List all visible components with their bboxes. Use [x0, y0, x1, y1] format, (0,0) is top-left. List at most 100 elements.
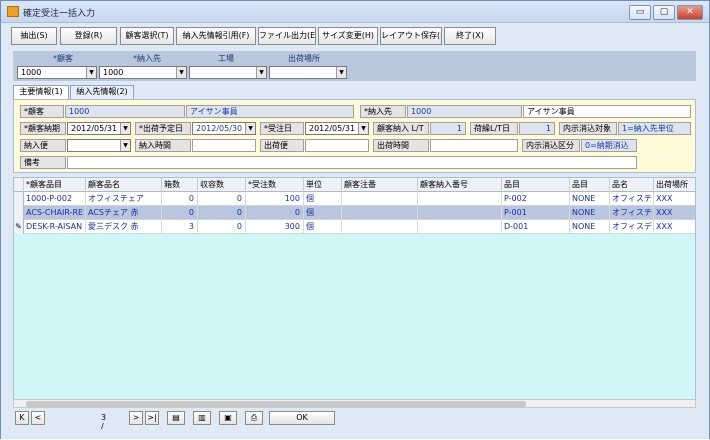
- first-page-button[interactable]: K: [15, 411, 29, 425]
- cell-customer-order-no[interactable]: [342, 192, 418, 206]
- cell-customer-delivery-no[interactable]: [418, 192, 502, 206]
- quote-destination-button[interactable]: 納入先情報引用(F): [176, 27, 256, 45]
- save-layout-button[interactable]: レイアウト保存(L): [380, 27, 442, 45]
- col-item-name[interactable]: 品名: [610, 178, 654, 192]
- cell-item[interactable]: D-001: [502, 220, 570, 234]
- cell-unit[interactable]: 個: [304, 192, 342, 206]
- last-page-button[interactable]: >|: [145, 411, 159, 425]
- cell-item[interactable]: P-001: [502, 206, 570, 220]
- chevron-down-icon[interactable]: ▼: [176, 67, 186, 78]
- table-row[interactable]: ACS-CHAIR-REACSチェア 赤000個P-001NONEオフィスチェX…: [14, 206, 695, 220]
- cell-capacity[interactable]: 0: [198, 206, 246, 220]
- remarks-input[interactable]: [67, 156, 637, 169]
- ship-mode-input[interactable]: [305, 139, 369, 152]
- add-row-icon[interactable]: ▤: [167, 411, 185, 425]
- cell-customer-order-no[interactable]: [342, 220, 418, 234]
- table-row[interactable]: ✎ DESK-R-AISAN 愛三デスク 赤 3 0 300 個 D-001 NONE オフィスデ…: [14, 220, 695, 234]
- save-icon[interactable]: ▣: [219, 411, 237, 425]
- cell-customer-delivery-no[interactable]: [418, 220, 502, 234]
- cell-customer-item-name[interactable]: 愛三デスク 赤: [86, 220, 162, 234]
- col-order-qty[interactable]: *受注数: [246, 178, 304, 192]
- cell-customer-item[interactable]: ACS-CHAIR-RE: [24, 206, 86, 220]
- remarks-label: 備考: [20, 156, 66, 169]
- resize-button[interactable]: サイズ変更(H): [318, 27, 378, 45]
- col-capacity[interactable]: 収容数: [198, 178, 246, 192]
- chevron-down-icon[interactable]: ▼: [245, 123, 255, 134]
- maximize-button[interactable]: ▢: [653, 5, 675, 20]
- tab-main-info[interactable]: 主要情報(1): [13, 85, 69, 100]
- print-icon[interactable]: ⎙: [245, 411, 263, 425]
- filter-ship-place-label: 出荷場所: [288, 54, 320, 63]
- delivery-time-input[interactable]: [192, 139, 256, 152]
- delete-row-icon[interactable]: ▥: [193, 411, 211, 425]
- cell-boxes[interactable]: 3: [162, 220, 198, 234]
- cell-item-name[interactable]: オフィスデス: [610, 220, 654, 234]
- filter-destination-combo[interactable]: 1000 ▼: [99, 66, 187, 79]
- row-marker[interactable]: ✎: [14, 220, 24, 234]
- cell-boxes[interactable]: 0: [162, 206, 198, 220]
- cell-ship-place[interactable]: XXX: [654, 220, 695, 234]
- col-unit[interactable]: 単位: [304, 178, 342, 192]
- chevron-down-icon[interactable]: ▼: [120, 123, 130, 134]
- close-button[interactable]: ✕: [677, 5, 703, 20]
- tab-destination-info[interactable]: 納入先情報(2): [70, 85, 134, 99]
- cell-item[interactable]: P-002: [502, 192, 570, 206]
- cell-item-2[interactable]: NONE: [570, 206, 610, 220]
- chevron-down-icon[interactable]: ▼: [336, 67, 346, 78]
- cell-order-qty[interactable]: 0: [246, 206, 304, 220]
- cell-item-2[interactable]: NONE: [570, 192, 610, 206]
- cell-ship-place[interactable]: XXX: [654, 206, 695, 220]
- col-item-2[interactable]: 品目: [570, 178, 610, 192]
- file-output-button[interactable]: ファイル出力(E): [258, 27, 316, 45]
- col-customer-item[interactable]: *顧客品目: [24, 178, 86, 192]
- prev-page-button[interactable]: <: [31, 411, 45, 425]
- cell-capacity[interactable]: 0: [198, 192, 246, 206]
- cell-customer-delivery-no[interactable]: [418, 206, 502, 220]
- cell-capacity[interactable]: 0: [198, 220, 246, 234]
- ok-button[interactable]: OK: [269, 411, 335, 425]
- scroll-thumb[interactable]: [26, 401, 526, 407]
- cell-customer-item[interactable]: 1000-P-002: [24, 192, 86, 206]
- cell-item-name[interactable]: オフィスチェ: [610, 206, 654, 220]
- cell-unit[interactable]: 個: [304, 220, 342, 234]
- due-date-input[interactable]: 2012/05/31 ▼: [67, 122, 131, 135]
- col-ship-place[interactable]: 出荷場所: [654, 178, 695, 192]
- cell-item-name[interactable]: オフィスチェ: [610, 192, 654, 206]
- extract-button[interactable]: 抽出(S): [11, 27, 57, 45]
- chevron-down-icon[interactable]: ▼: [86, 67, 96, 78]
- col-item[interactable]: 品目: [502, 178, 570, 192]
- col-customer-delivery-no[interactable]: 顧客納入番号: [418, 178, 502, 192]
- delivery-combo[interactable]: ▼: [67, 139, 131, 152]
- row-marker[interactable]: [14, 206, 24, 220]
- cell-customer-item[interactable]: DESK-R-AISAN: [24, 220, 86, 234]
- order-date-input[interactable]: 2012/05/31 ▼: [305, 122, 369, 135]
- chevron-down-icon[interactable]: ▼: [256, 67, 266, 78]
- horizontal-scrollbar[interactable]: [13, 399, 696, 408]
- select-customer-button[interactable]: 顧客選択(T): [120, 27, 174, 45]
- cell-order-qty[interactable]: 300: [246, 220, 304, 234]
- ship-date-input[interactable]: 2012/05/30 ▼: [192, 122, 256, 135]
- cell-customer-item-name[interactable]: ACSチェア 赤: [86, 206, 162, 220]
- table-row[interactable]: 1000-P-002オフィスチェア00100個P-002NONEオフィスチェXX…: [14, 192, 695, 206]
- minimize-button[interactable]: ▭: [629, 5, 651, 20]
- cell-customer-item-name[interactable]: オフィスチェア: [86, 192, 162, 206]
- ship-time-input[interactable]: [430, 139, 518, 152]
- cell-unit[interactable]: 個: [304, 206, 342, 220]
- cell-customer-order-no[interactable]: [342, 206, 418, 220]
- register-button[interactable]: 登録(R): [60, 27, 117, 45]
- col-customer-item-name[interactable]: 顧客品名: [86, 178, 162, 192]
- chevron-down-icon[interactable]: ▼: [120, 140, 130, 151]
- cell-boxes[interactable]: 0: [162, 192, 198, 206]
- cell-item-2[interactable]: NONE: [570, 220, 610, 234]
- col-customer-order-no[interactable]: 顧客注番: [342, 178, 418, 192]
- filter-customer-combo[interactable]: 1000 ▼: [17, 66, 97, 79]
- cell-order-qty[interactable]: 100: [246, 192, 304, 206]
- chevron-down-icon[interactable]: ▼: [358, 123, 368, 134]
- filter-ship-place-combo[interactable]: ▼: [269, 66, 347, 79]
- cell-ship-place[interactable]: XXX: [654, 192, 695, 206]
- next-page-button[interactable]: >: [129, 411, 143, 425]
- filter-factory-combo[interactable]: ▼: [189, 66, 267, 79]
- col-boxes[interactable]: 箱数: [162, 178, 198, 192]
- row-marker[interactable]: [14, 192, 24, 206]
- exit-button[interactable]: 終了(X): [444, 27, 496, 45]
